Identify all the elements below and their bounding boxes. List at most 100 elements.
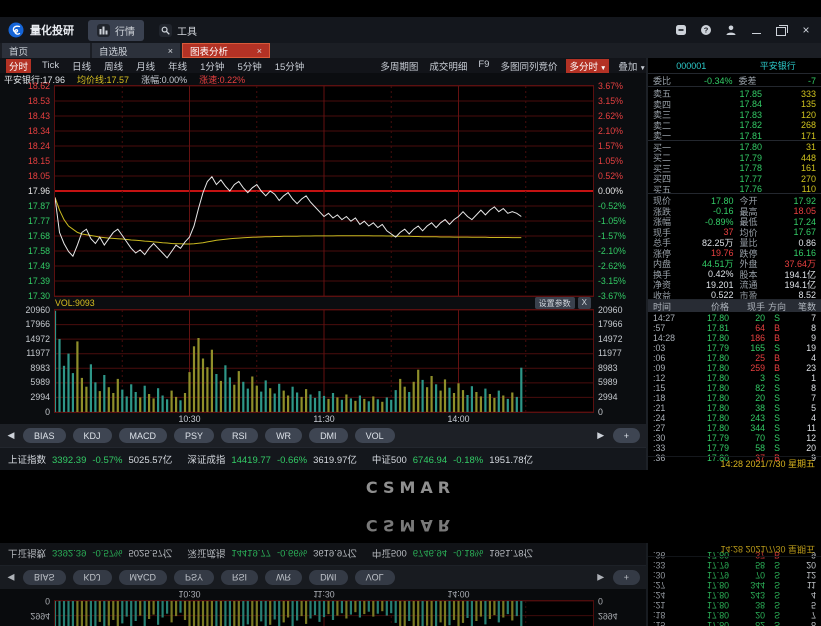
tape-count: 7 <box>789 393 816 403</box>
tab-2[interactable]: 图表分析× <box>182 43 270 58</box>
commission-ratio-row: 委比 -0.34% 委差 -7 <box>648 74 821 87</box>
chart-tool-button[interactable]: 成交明细 <box>429 59 467 73</box>
period-button[interactable]: 分时 <box>6 59 31 73</box>
add-indicator-button[interactable]: + <box>613 570 640 585</box>
tape-time: 14:28 <box>653 333 687 343</box>
user-icon[interactable] <box>724 23 738 37</box>
stat-row: 收益0.522市盈8.52 <box>648 289 821 300</box>
indicator-vol[interactable]: VOL <box>355 428 395 443</box>
tape-time: :30 <box>653 433 687 443</box>
stat-row: 涨跌-0.16最高18.05 <box>648 205 821 216</box>
indicator-bias[interactable]: BIAS <box>23 570 66 585</box>
period-button[interactable]: 日线 <box>70 59 93 73</box>
scroll-right-icon[interactable]: ▶ <box>596 572 606 583</box>
index-quote[interactable]: 上证指数3392.39-0.57%5025.57亿 <box>8 452 172 466</box>
index-quote[interactable]: 深证成指14419.77-0.66%3619.97亿 <box>187 452 357 466</box>
tape-time: :24 <box>653 413 687 423</box>
close-tab-icon[interactable]: × <box>257 46 262 56</box>
indicator-vol[interactable]: VOL <box>355 570 395 585</box>
period-button[interactable]: 年线 <box>166 59 189 73</box>
period-button[interactable]: 5分钟 <box>235 59 263 73</box>
index-quote[interactable]: 深证成指14419.77-0.66%3619.97亿 <box>187 547 357 561</box>
menu-quotes[interactable]: 行情 <box>88 20 144 41</box>
indicator-wr[interactable]: WR <box>265 428 302 443</box>
menu-tools[interactable]: 工具 <box>150 20 206 41</box>
tape-qty: 243 <box>729 590 765 600</box>
indicator-psy[interactable]: PSY <box>174 428 214 443</box>
restore-button[interactable] <box>774 23 788 37</box>
period-button[interactable]: 1分钟 <box>198 59 226 73</box>
period-button[interactable]: 周线 <box>102 59 125 73</box>
chart-info-line: 平安银行:17.96 均价线:17.57 涨幅:0.00% 涨速:0.22% <box>0 73 646 85</box>
tab-0[interactable]: 首页 <box>2 43 90 58</box>
quotes-icon <box>97 24 110 37</box>
close-tab-icon[interactable]: × <box>168 46 173 56</box>
scroll-left-icon[interactable]: ◀ <box>6 572 16 583</box>
price-chart[interactable]: 18.6218.5318.4318.3418.2418.1518.0517.96… <box>0 85 646 297</box>
volume-header: VOL:9093 设置参数 X <box>0 297 646 309</box>
stat-value: 0.86 <box>764 238 817 248</box>
indicator-kdj[interactable]: KDJ <box>73 428 112 443</box>
index-pct: -0.66% <box>277 455 307 466</box>
minimize-button[interactable] <box>749 23 763 37</box>
tape-row: :2117.8038S5 <box>648 600 821 610</box>
indicator-macd[interactable]: MACD <box>119 570 168 585</box>
change-speed: 涨速:0.22% <box>199 73 245 86</box>
price-axis-label: 18.05 <box>0 172 50 181</box>
price-axis-label: 18.34 <box>0 127 50 136</box>
index-value: 14419.77 <box>231 455 271 466</box>
indicator-dmi[interactable]: DMI <box>309 428 348 443</box>
price-axis-label: 17.68 <box>0 232 50 241</box>
indicator-psy[interactable]: PSY <box>174 570 214 585</box>
tab-1[interactable]: 自选股× <box>92 43 180 58</box>
change-pct: 涨幅:0.00% <box>141 73 187 86</box>
level-price: 17.77 <box>683 174 762 184</box>
index-quote[interactable]: 中证5006746.94-0.18%1951.78亿 <box>372 452 533 466</box>
volume-plot[interactable] <box>54 600 594 626</box>
price-plot[interactable] <box>54 85 594 297</box>
indicator-wr[interactable]: WR <box>265 570 302 585</box>
chart-tool-button[interactable]: 多图同列 <box>500 59 538 73</box>
tape-qty: 64 <box>729 323 765 333</box>
tape-price: 17.79 <box>687 570 729 580</box>
stat-row: 涨幅-0.89%最低17.24 <box>648 215 821 226</box>
indicator-bias[interactable]: BIAS <box>23 428 66 443</box>
index-quote[interactable]: 中证5006746.94-0.18%1951.78亿 <box>372 547 533 561</box>
tape-direction: S <box>765 313 789 323</box>
chart-tool-button[interactable]: F9 <box>478 59 489 73</box>
tape-direction: S <box>765 560 789 570</box>
panel-icon[interactable] <box>674 23 688 37</box>
indicator-macd[interactable]: MACD <box>119 428 168 443</box>
chart-tool-button[interactable]: 多分时▼ <box>566 59 609 73</box>
period-button[interactable]: Tick <box>40 60 61 71</box>
close-pane-button[interactable]: X <box>578 297 591 309</box>
time-axis-label: 10:30 <box>178 589 200 599</box>
tape-qty: 58 <box>729 560 765 570</box>
tape-count: 9 <box>789 333 816 343</box>
volume-chart[interactable]: 2096020960179661796614972149721197711977… <box>0 600 646 626</box>
chart-tool-button[interactable]: 叠加▼ <box>618 59 645 73</box>
period-button[interactable]: 15分钟 <box>273 59 307 73</box>
help-icon[interactable]: ? <box>699 23 713 37</box>
stat-row: 现手37均价17.67 <box>648 226 821 237</box>
price-axis-label: 17.39 <box>0 277 50 286</box>
index-quote[interactable]: 上证指数3392.39-0.57%5025.57亿 <box>8 547 172 561</box>
indicator-kdj[interactable]: KDJ <box>73 570 112 585</box>
scroll-left-icon[interactable]: ◀ <box>6 430 16 441</box>
volume-chart[interactable]: 2096020960179661796614972149721197711977… <box>0 309 646 413</box>
close-button[interactable]: × <box>799 23 813 37</box>
settings-params-button[interactable]: 设置参数 <box>535 297 575 309</box>
chart-tool-button[interactable]: 竞价 <box>538 59 557 73</box>
period-button[interactable]: 月线 <box>134 59 157 73</box>
tape-time: :12 <box>653 373 687 383</box>
add-indicator-button[interactable]: + <box>613 428 640 443</box>
indicator-rsi[interactable]: RSI <box>221 428 258 443</box>
tape-price: 17.80 <box>687 600 729 610</box>
indicator-dmi[interactable]: DMI <box>309 570 348 585</box>
bid-row: 买四17.77270 <box>648 172 821 183</box>
tape-price: 17.80 <box>687 590 729 600</box>
scroll-right-icon[interactable]: ▶ <box>596 430 606 441</box>
chart-tool-button[interactable]: 多周期图 <box>380 59 418 73</box>
volume-plot[interactable] <box>54 309 594 413</box>
indicator-rsi[interactable]: RSI <box>221 570 258 585</box>
